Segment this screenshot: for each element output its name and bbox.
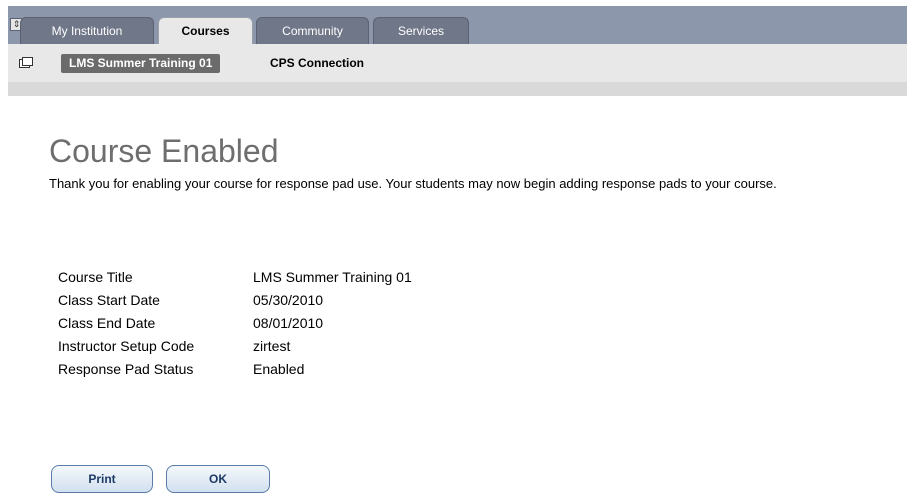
course-breadcrumb-bar: LMS Summer Training 01 CPS Connection xyxy=(8,44,907,83)
tab-community[interactable]: Community xyxy=(256,17,369,44)
detail-value: 05/30/2010 xyxy=(253,292,324,308)
detail-label: Response Pad Status xyxy=(58,361,194,377)
breadcrumb-bar-footer xyxy=(8,82,907,96)
page-title: Course Enabled xyxy=(49,133,279,169)
tab-my-institution[interactable]: My Institution xyxy=(20,17,154,44)
print-button[interactable]: Print xyxy=(51,465,153,493)
breadcrumb-course[interactable]: LMS Summer Training 01 xyxy=(61,54,221,73)
ok-button[interactable]: OK xyxy=(166,465,270,493)
breadcrumb-current: CPS Connection xyxy=(270,56,365,70)
top-navigation: ⇕ My Institution Courses Community Servi… xyxy=(0,0,907,96)
tab-courses[interactable]: Courses xyxy=(158,17,253,45)
detail-value: zirtest xyxy=(253,338,291,354)
detail-value: 08/01/2010 xyxy=(253,315,324,331)
detail-label: Instructor Setup Code xyxy=(58,338,195,354)
tab-services[interactable]: Services xyxy=(373,17,469,44)
course-menu-icon[interactable] xyxy=(19,57,33,68)
tab-strip: ⇕ My Institution Courses Community Servi… xyxy=(8,6,907,45)
detail-label: Class Start Date xyxy=(58,292,160,308)
detail-label: Course Title xyxy=(58,269,133,285)
detail-label: Class End Date xyxy=(58,315,156,331)
detail-value: LMS Summer Training 01 xyxy=(253,269,412,285)
detail-value: Enabled xyxy=(253,361,305,377)
intro-text: Thank you for enabling your course for r… xyxy=(49,176,777,191)
